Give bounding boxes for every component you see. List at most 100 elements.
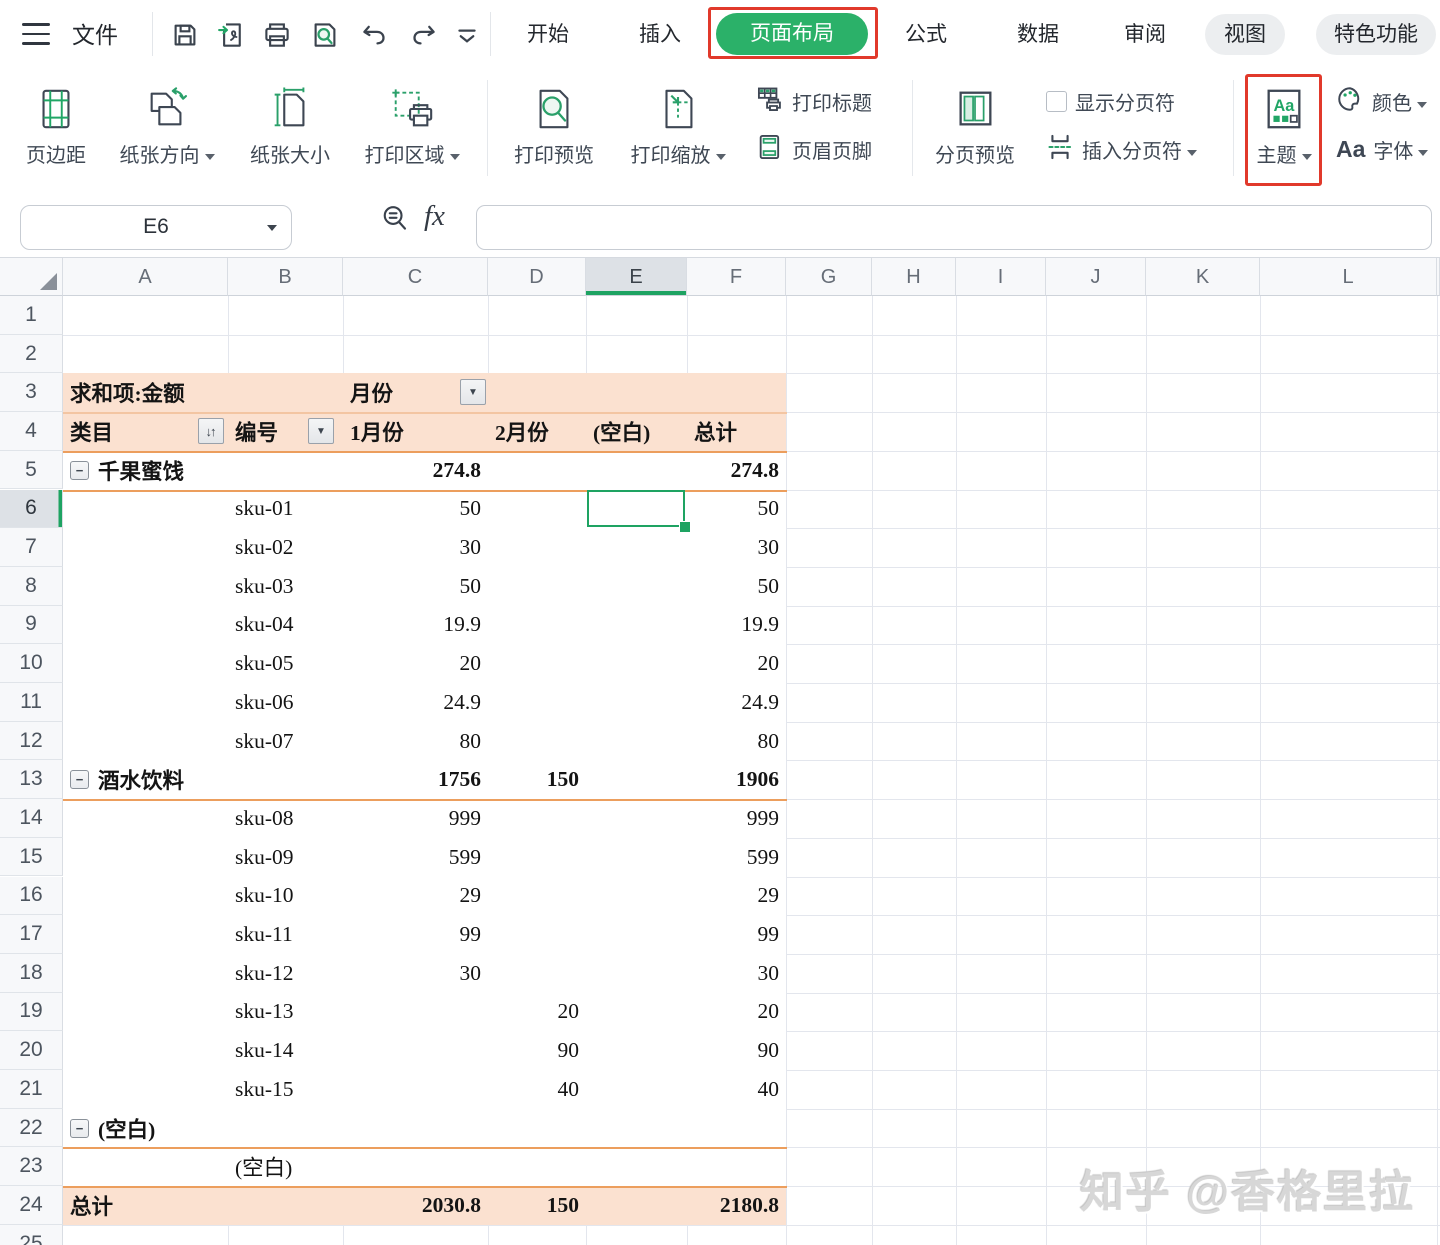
cell-F4[interactable]: 总计: [687, 412, 786, 451]
row-header-2[interactable]: 2: [0, 334, 63, 374]
colors-button[interactable]: 颜色: [1336, 84, 1427, 118]
cell-B12[interactable]: sku-07: [228, 722, 343, 761]
cell-F6[interactable]: 50: [687, 490, 786, 529]
tab-special-features[interactable]: 特色功能: [1316, 14, 1436, 55]
row-header-10[interactable]: 10: [0, 644, 63, 683]
header-footer-button[interactable]: 页眉页脚: [756, 132, 872, 166]
cell-B4[interactable]: 编号 ▼: [228, 412, 343, 451]
cell-B14[interactable]: sku-08: [228, 799, 343, 838]
formula-input[interactable]: [476, 205, 1432, 250]
tab-formulas[interactable]: 公式: [905, 0, 947, 70]
cell-D20[interactable]: 90: [488, 1031, 586, 1070]
cell-F24[interactable]: 2180.8: [687, 1186, 786, 1225]
cell-C18[interactable]: 30: [343, 954, 488, 993]
cell-B11[interactable]: sku-06: [228, 683, 343, 722]
row-header-14[interactable]: 14: [0, 799, 63, 838]
row-header-20[interactable]: 20: [0, 1031, 63, 1070]
column-header-F[interactable]: F: [687, 258, 786, 296]
fonts-button[interactable]: Aa 字体: [1336, 132, 1429, 166]
toolbar-more-icon[interactable]: [452, 20, 476, 50]
print-titles-button[interactable]: 打印标题: [756, 84, 872, 118]
row-header-17[interactable]: 17: [0, 915, 63, 954]
cell-C9[interactable]: 19.9: [343, 606, 488, 645]
print-preview-icon[interactable]: [310, 20, 340, 50]
cell-C24[interactable]: 2030.8: [343, 1186, 488, 1225]
select-all-corner[interactable]: [0, 258, 63, 296]
row-header-15[interactable]: 15: [0, 837, 63, 877]
row-header-1[interactable]: 1: [0, 296, 63, 335]
cell-A24[interactable]: 总计: [63, 1186, 228, 1225]
collapse-button[interactable]: −: [70, 460, 89, 480]
cell-C15[interactable]: 599: [343, 838, 488, 877]
file-menu[interactable]: 文件: [72, 0, 118, 70]
row-header-8[interactable]: 8: [0, 566, 63, 606]
row-header-23[interactable]: 23: [0, 1147, 63, 1187]
cell-D19[interactable]: 20: [488, 993, 586, 1032]
tab-insert[interactable]: 插入: [639, 0, 681, 70]
redo-icon[interactable]: [408, 20, 438, 50]
paper-size-button[interactable]: 纸张大小: [238, 80, 342, 168]
cell-F19[interactable]: 20: [687, 993, 786, 1032]
show-page-breaks-toggle[interactable]: 显示分页符: [1046, 84, 1175, 118]
cell-B6[interactable]: sku-01: [228, 490, 343, 529]
row-header-18[interactable]: 18: [0, 953, 63, 993]
cell-F13[interactable]: 1906: [687, 760, 786, 799]
cell-F18[interactable]: 30: [687, 954, 786, 993]
cell-C3[interactable]: 月份 ▼: [343, 373, 488, 412]
page-break-preview-button[interactable]: 分页预览: [925, 80, 1025, 168]
print-icon[interactable]: [262, 20, 292, 50]
column-header-L[interactable]: L: [1260, 258, 1437, 296]
row-header-11[interactable]: 11: [0, 683, 63, 722]
row-header-5[interactable]: 5: [0, 450, 63, 490]
cell-B19[interactable]: sku-13: [228, 993, 343, 1032]
cell-A3[interactable]: 求和项:金额: [63, 373, 228, 412]
cell-C11[interactable]: 24.9: [343, 683, 488, 722]
print-area-button[interactable]: 打印区域: [350, 80, 474, 168]
print-preview-button[interactable]: 打印预览: [498, 80, 610, 168]
cell-B9[interactable]: sku-04: [228, 606, 343, 645]
cell-B17[interactable]: sku-11: [228, 915, 343, 954]
tab-view[interactable]: 视图: [1205, 14, 1285, 55]
cell-E4[interactable]: (空白): [586, 412, 687, 451]
cell-B10[interactable]: sku-05: [228, 644, 343, 683]
cell-F8[interactable]: 50: [687, 567, 786, 606]
cell-D21[interactable]: 40: [488, 1070, 586, 1109]
tab-page-layout[interactable]: 页面布局: [716, 13, 868, 55]
fill-handle[interactable]: [679, 521, 691, 534]
undo-icon[interactable]: [360, 20, 390, 50]
checkbox-icon[interactable]: [1046, 90, 1067, 112]
row-header-21[interactable]: 21: [0, 1070, 63, 1109]
column-header-E[interactable]: E: [586, 258, 687, 296]
cell-C17[interactable]: 99: [343, 915, 488, 954]
name-box[interactable]: E6: [20, 205, 292, 250]
row-header-24[interactable]: 24: [0, 1186, 63, 1225]
row-header-19[interactable]: 19: [0, 992, 63, 1032]
column-header-D[interactable]: D: [488, 258, 586, 296]
cell-C12[interactable]: 80: [343, 722, 488, 761]
filter-dropdown-button[interactable]: ▼: [308, 418, 334, 445]
cell-B18[interactable]: sku-12: [228, 954, 343, 993]
tab-home[interactable]: 开始: [527, 0, 569, 70]
theme-button[interactable]: Aa 主题: [1248, 80, 1320, 168]
cell-C7[interactable]: 30: [343, 528, 488, 567]
sort-filter-button[interactable]: ↓↑: [198, 418, 224, 445]
export-pdf-icon[interactable]: [216, 20, 246, 50]
column-header-B[interactable]: B: [228, 258, 343, 296]
cell-F12[interactable]: 80: [687, 722, 786, 761]
fx-icon[interactable]: fx: [424, 200, 445, 233]
column-header-J[interactable]: J: [1046, 258, 1146, 296]
row-header-6[interactable]: 6: [0, 489, 63, 529]
save-icon[interactable]: [170, 20, 200, 50]
row-header-22[interactable]: 22: [0, 1108, 63, 1148]
margins-button[interactable]: 页边距: [12, 80, 100, 168]
cell-A22[interactable]: − (空白): [63, 1109, 228, 1148]
collapse-button[interactable]: −: [70, 1118, 89, 1138]
cell-F10[interactable]: 20: [687, 644, 786, 683]
column-header-A[interactable]: A: [63, 258, 228, 296]
row-header-25[interactable]: 25: [0, 1224, 63, 1245]
cell-C14[interactable]: 999: [343, 799, 488, 838]
collapse-button[interactable]: −: [70, 770, 89, 790]
row-header-12[interactable]: 12: [0, 721, 63, 761]
cell-C5[interactable]: 274.8: [343, 451, 488, 490]
column-header-H[interactable]: H: [872, 258, 956, 296]
